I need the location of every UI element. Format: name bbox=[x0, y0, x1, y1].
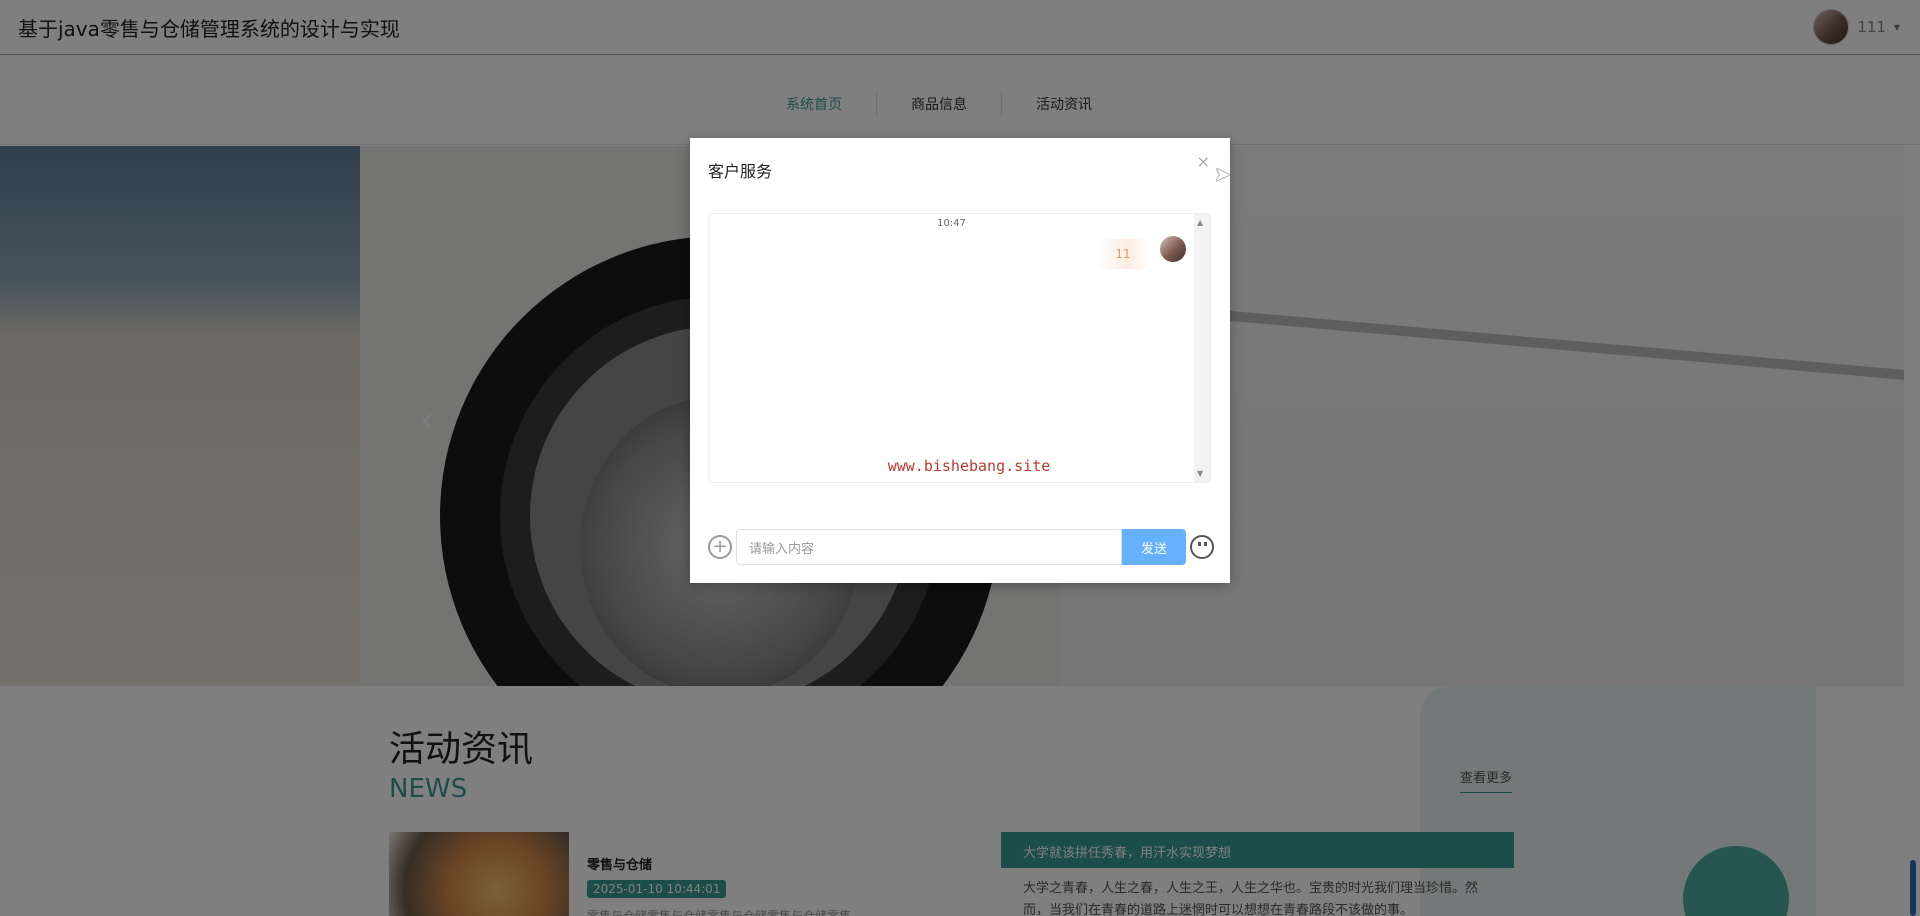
close-icon[interactable]: × bbox=[1197, 152, 1210, 171]
message-timestamp: 10:47 bbox=[937, 218, 966, 229]
chat-scrollbar[interactable]: ▲ ▼ bbox=[1194, 214, 1210, 482]
chat-input-row: + 请输入内容 发送 bbox=[708, 528, 1218, 566]
message-avatar bbox=[1160, 236, 1186, 262]
scroll-up-icon[interactable]: ▲ bbox=[1197, 218, 1203, 227]
message-input[interactable]: 请输入内容 bbox=[736, 529, 1122, 565]
scroll-down-icon[interactable]: ▼ bbox=[1197, 469, 1203, 478]
chat-messages[interactable]: 10:47 11 www.bishebang.site ▲ ▼ bbox=[708, 213, 1211, 483]
emoji-icon[interactable] bbox=[1190, 535, 1214, 559]
dialog-title: 客户服务 bbox=[708, 162, 773, 181]
watermark-text: www.bishebang.site bbox=[887, 457, 1051, 475]
message-bubble: 11 bbox=[1096, 239, 1150, 269]
add-attachment-icon[interactable]: + bbox=[708, 535, 732, 559]
mouse-cursor-icon: ➤ bbox=[1214, 162, 1231, 186]
customer-service-dialog: 客户服务 × 10:47 11 www.bishebang.site ▲ ▼ +… bbox=[690, 138, 1230, 583]
send-button[interactable]: 发送 bbox=[1122, 529, 1186, 565]
